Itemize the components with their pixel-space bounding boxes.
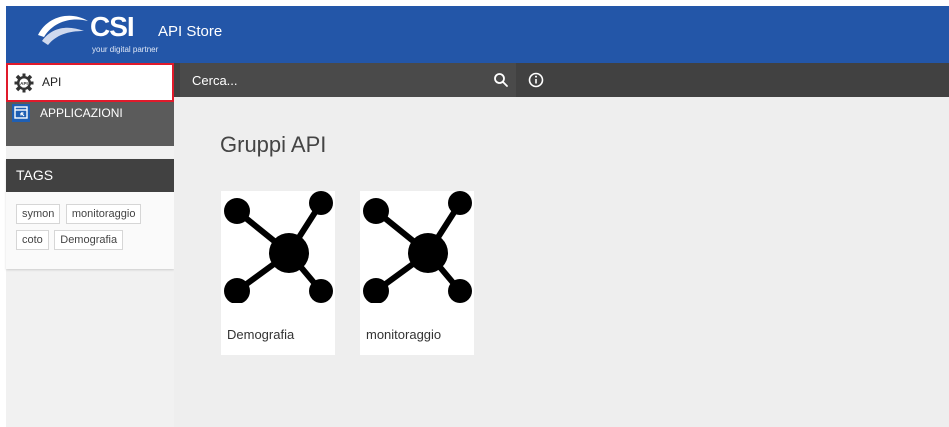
network-hub-icon [362,191,472,308]
tags-title: TAGS [6,159,174,192]
tag-list: symon monitoraggio coto Demografia [6,192,174,256]
logo-text: CSI [90,11,135,42]
card-label: monitoraggio [366,327,442,342]
csi-swoosh-icon [38,15,88,45]
svg-text:API: API [20,81,28,86]
network-hub-icon [223,191,333,308]
tag-demografia[interactable]: Demografia [54,230,124,250]
page: CSI your digital partner API Store Cerca… [0,0,949,427]
logo-tagline: your digital partner [92,45,159,54]
tag-symon[interactable]: symon [16,204,61,224]
app-window-icon [12,104,30,122]
tag-monitoraggio[interactable]: monitoraggio [65,204,142,224]
search-input[interactable] [192,63,472,97]
card-label: Demografia [227,327,295,342]
page-title: Gruppi API [220,132,327,157]
app-title[interactable]: API Store [158,23,222,40]
info-icon[interactable] [527,71,545,89]
sidebar-item-applicazioni[interactable]: APPLICAZIONI [6,102,174,146]
main-content: Gruppi API Demografia monitoraggio [174,97,949,427]
sidebar-item-label: API [42,75,62,89]
tag-coto[interactable]: coto [16,230,49,250]
sidebar-item-label: APPLICAZIONI [40,106,123,120]
top-header: CSI your digital partner API Store [6,6,949,63]
search-icon[interactable] [493,72,509,88]
gear-api-icon: API [14,73,34,98]
api-group-card-monitoraggio[interactable]: monitoraggio [360,191,474,355]
sidebar-item-api[interactable]: API API [6,63,174,102]
search-bar [180,63,516,97]
tags-panel: TAGS symon monitoraggio coto Demografia [6,159,174,269]
csi-logo[interactable]: CSI your digital partner [34,11,174,59]
api-group-card-demografia[interactable]: Demografia [221,191,335,355]
